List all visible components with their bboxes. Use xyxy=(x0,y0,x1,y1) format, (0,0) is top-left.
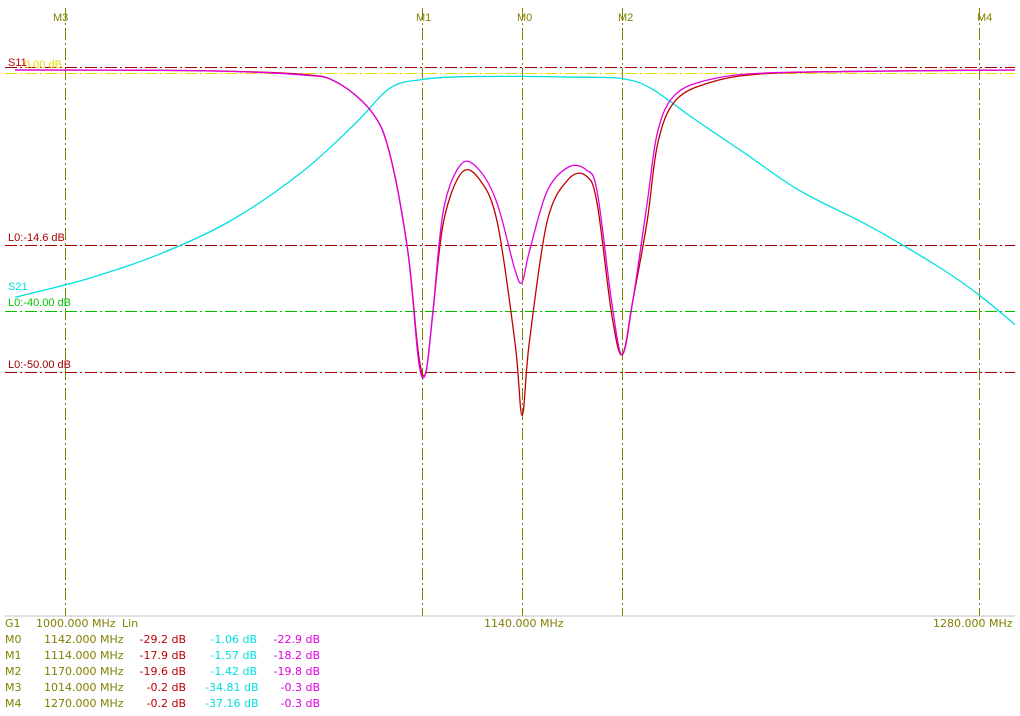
s21-label: S21 xyxy=(8,281,28,293)
marker-s22-value: -18.2 dB xyxy=(273,649,321,662)
marker-s21-value: -34.81 dB xyxy=(205,681,259,694)
scale-type: Lin xyxy=(122,617,139,630)
limit-label-40: L0:-40.00 dB xyxy=(8,297,71,309)
marker-s21-value: -37.16 dB xyxy=(205,697,259,710)
marker-s11-value: -0.2 dB xyxy=(146,697,187,710)
g1-label: G1 xyxy=(5,617,21,630)
marker-s11-value: -29.2 dB xyxy=(139,633,187,646)
marker-s22-value: -22.9 dB xyxy=(273,633,321,646)
marker-freq: 1170.000 MHz xyxy=(44,665,124,678)
marker-row-m2[interactable]: M2 1170.000 MHz -19.6 dB -1.42 dB -19.8 … xyxy=(0,665,1020,681)
marker-name: M3 xyxy=(5,681,22,694)
trace-s11 xyxy=(14,69,1016,417)
marker-readout-table: G1 1000.000 MHz Lin 1140.000 MHz 1280.00… xyxy=(0,617,1020,716)
marker-row-m4[interactable]: M4 1270.000 MHz -0.2 dB -37.16 dB -0.3 d… xyxy=(0,697,1020,713)
marker-name: M0 xyxy=(5,633,22,646)
stop-freq: 1280.000 MHz xyxy=(933,617,1013,630)
start-freq: 1000.000 MHz xyxy=(36,617,116,630)
marker-s21-value: -1.42 dB xyxy=(210,665,258,678)
marker-header-m2[interactable]: M2 xyxy=(618,12,633,24)
marker-name: M2 xyxy=(5,665,22,678)
marker-s21-value: -1.57 dB xyxy=(210,649,258,662)
limit-label-14: L0:-14.6 dB xyxy=(8,232,65,244)
vna-plot: M3 M1 M0 M2 M4 0.00 dB S11 L0:-14.6 dB S… xyxy=(5,8,1016,617)
marker-freq: 1014.000 MHz xyxy=(44,681,124,694)
marker-name: M4 xyxy=(5,697,22,710)
marker-s22-value: -0.3 dB xyxy=(280,681,321,694)
marker-s22-value: -19.8 dB xyxy=(273,665,321,678)
marker-name: M1 xyxy=(5,649,22,662)
marker-s11-value: -0.2 dB xyxy=(146,681,187,694)
center-freq: 1140.000 MHz xyxy=(484,617,564,630)
marker-row-m3[interactable]: M3 1014.000 MHz -0.2 dB -34.81 dB -0.3 d… xyxy=(0,681,1020,697)
marker-s11-value: -19.6 dB xyxy=(139,665,187,678)
marker-freq: 1270.000 MHz xyxy=(44,697,124,710)
marker-s11-value: -17.9 dB xyxy=(139,649,187,662)
marker-s21-value: -1.06 dB xyxy=(210,633,258,646)
axis-footer-row: G1 1000.000 MHz Lin 1140.000 MHz 1280.00… xyxy=(0,617,1020,633)
marker-header-m0[interactable]: M0 xyxy=(517,12,532,24)
marker-freq: 1142.000 MHz xyxy=(44,633,124,646)
trace-s21 xyxy=(14,75,1016,326)
marker-s22-value: -0.3 dB xyxy=(280,697,321,710)
marker-row-m1[interactable]: M1 1114.000 MHz -17.9 dB -1.57 dB -18.2 … xyxy=(0,649,1020,665)
top-trace-label: 0.00 dB xyxy=(24,59,62,71)
marker-row-m0[interactable]: M0 1142.000 MHz -29.2 dB -1.06 dB -22.9 … xyxy=(0,633,1020,649)
limit-label-50: L0:-50.00 dB xyxy=(8,359,71,371)
marker-freq: 1114.000 MHz xyxy=(44,649,124,662)
s11-label: S11 xyxy=(8,57,27,69)
marker-header-m1[interactable]: M1 xyxy=(416,12,431,24)
